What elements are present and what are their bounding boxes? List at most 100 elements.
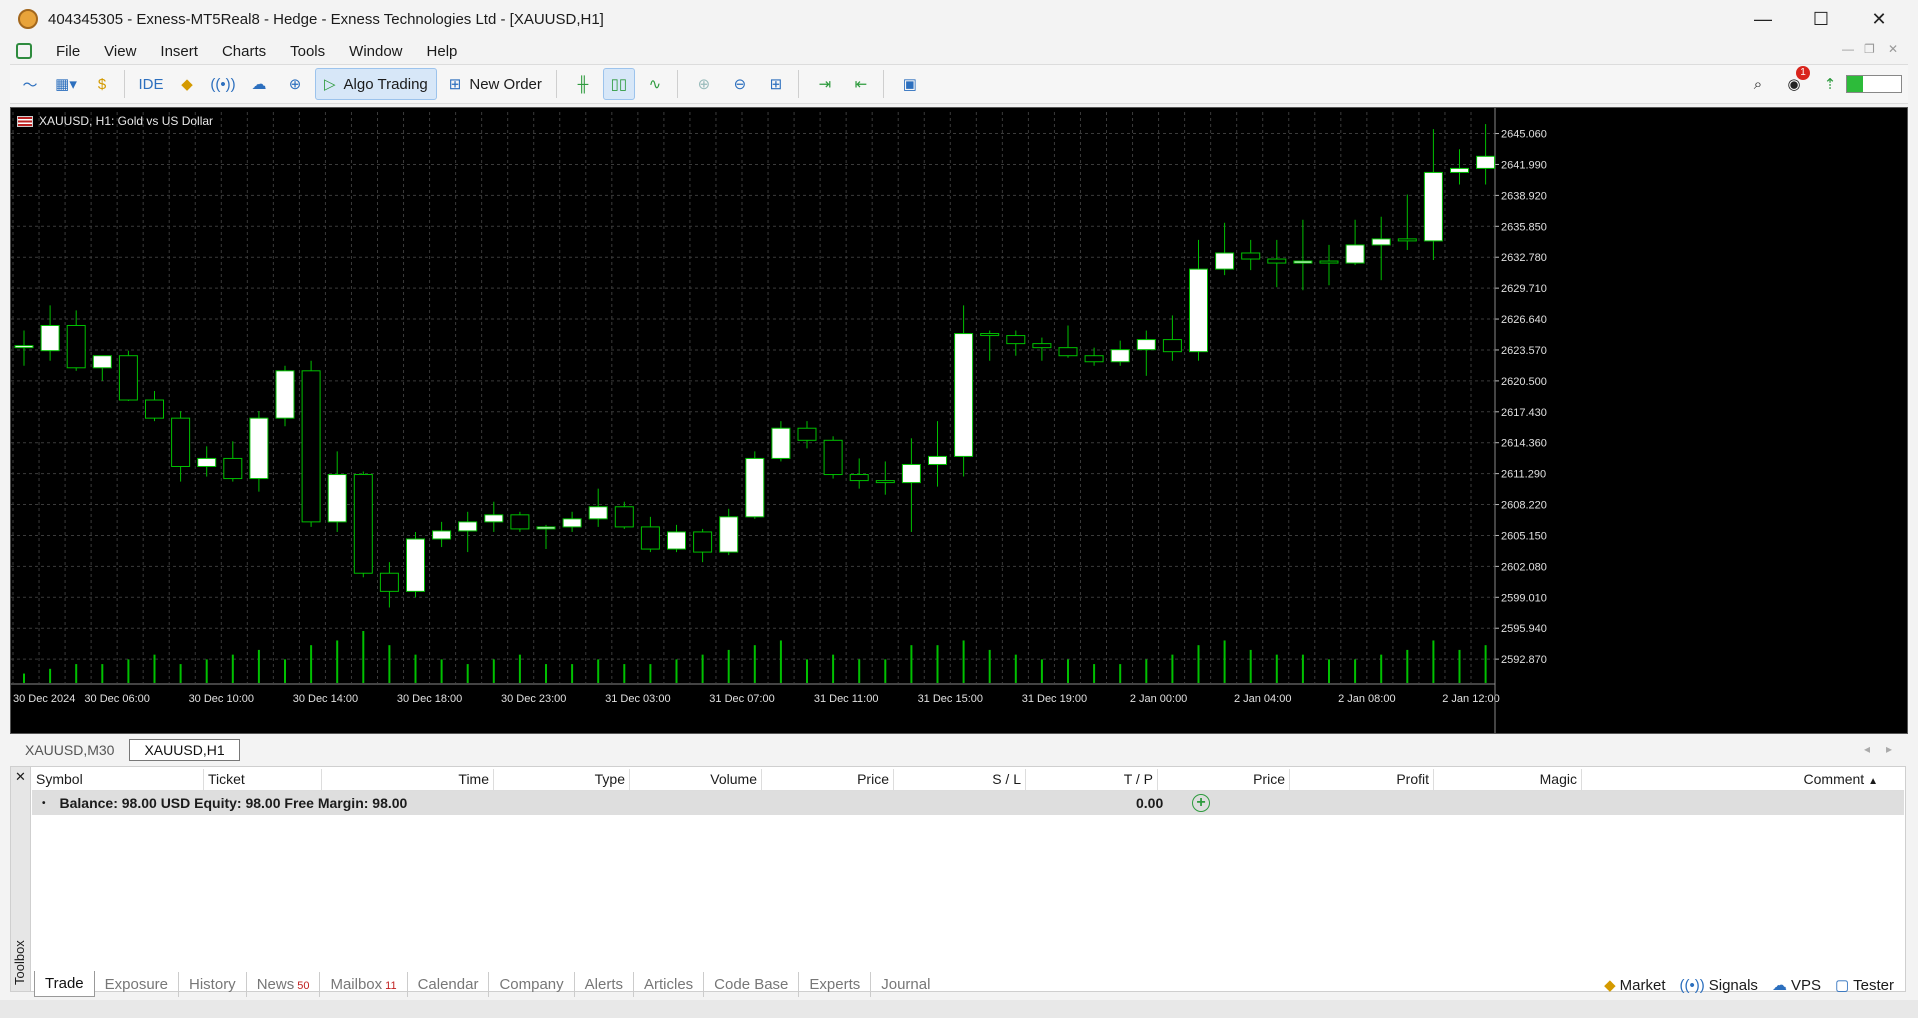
col-comment[interactable]: Comment ▲ [1582,769,1882,790]
close-button[interactable]: ✕ [1850,0,1908,38]
toolbox-close-icon[interactable]: ✕ [15,769,26,785]
tab-company[interactable]: Company [489,971,575,997]
col-magic[interactable]: Magic [1434,769,1582,790]
x-tick-label: 31 Dec 15:00 [918,693,983,705]
menu-charts[interactable]: Charts [222,43,266,60]
candle-body [823,439,843,476]
y-tick-label: 2641.990 [1501,159,1547,171]
tab-code-base[interactable]: Code Base [704,971,800,997]
line-chart-mode-icon[interactable]: ∿ [639,68,671,100]
tester-link[interactable]: ▢ Tester [1835,976,1894,994]
tab-mailbox[interactable]: Mailbox 11 [320,971,408,997]
col-current-price[interactable]: Price [1158,769,1290,790]
zoom-in-icon[interactable]: ⊕ [688,68,720,100]
chart-shift-icon[interactable]: ⇤ [845,68,877,100]
col-profit[interactable]: Profit [1290,769,1434,790]
notifications-icon[interactable]: ◉ 1 [1778,66,1810,100]
tab-trade[interactable]: Trade [34,971,95,997]
menu-view[interactable]: View [104,43,136,60]
toolbox-side-label: ✕ Toolbox [11,767,31,991]
menu-insert[interactable]: Insert [160,43,198,60]
minimize-button[interactable]: — [1734,0,1792,38]
col-volume[interactable]: Volume [630,769,762,790]
chart-window[interactable]: 30 Dec 2024 30 Dec 06:00 30 Dec 10:00 30 De… [10,107,1908,734]
chart-tab-xauusd-m30[interactable]: XAUUSD,M30 [10,739,129,761]
chart-type-dropdown-icon[interactable]: ▦▾ [50,68,82,100]
x-tick-label: 30 Dec 14:00 [293,693,358,705]
candlestick-chart-icon[interactable]: ▯▯ [602,68,635,100]
candlestick-chart[interactable]: 30 Dec 2024 30 Dec 06:00 30 Dec 10:00 30 De… [11,108,1907,733]
vps-cloud-icon[interactable]: ☁ [243,68,275,100]
market-bag-icon[interactable]: ◆ [171,68,203,100]
algo-trading-button[interactable]: ▷ Algo Trading [315,68,437,100]
y-tick-label: 2592.870 [1501,654,1547,666]
signals-icon[interactable]: ((•)) [207,68,239,100]
search-icon[interactable]: ⌕ [1742,68,1774,100]
candle-body [1241,252,1261,260]
web-globe-icon[interactable]: ⊕ [279,68,311,100]
tab-news[interactable]: News 50 [247,971,321,997]
row-bullet-icon: • [42,797,46,809]
tab-exposure[interactable]: Exposure [95,971,180,997]
balance-row[interactable]: • Balance: 98.00 USD Equity: 98.00 Free … [32,791,1904,815]
x-tick-label: 30 Dec 10:00 [189,693,254,705]
new-order-button[interactable]: ⊞ New Order [441,68,550,100]
tab-calendar[interactable]: Calendar [408,971,490,997]
market-link[interactable]: ◆ Market [1604,976,1665,994]
y-tick-label: 2602.080 [1501,561,1547,573]
zoom-out-icon[interactable]: ⊖ [724,68,756,100]
candle-body [1371,238,1391,246]
tab-experts[interactable]: Experts [799,971,872,997]
tab-alerts[interactable]: Alerts [575,971,634,997]
signals-link[interactable]: ((•)) Signals [1680,977,1758,994]
candle-body [275,370,295,419]
x-tick-label: 31 Dec 11:00 [814,693,879,705]
toolbox-tabs: Trade Exposure History News 50 Mailbox 11 … [34,970,940,998]
screenshot-icon[interactable]: ▣ [894,68,926,100]
tester-label: Tester [1853,977,1894,994]
title-bar: 404345305 - Exness-MT5Real8 - Hedge - Ex… [0,0,1918,38]
x-tick-label: 2 Jan 00:00 [1130,693,1188,705]
col-ticket[interactable]: Ticket [204,769,322,790]
tab-history[interactable]: History [179,971,247,997]
toolbox-label: Toolbox [12,940,27,985]
col-symbol[interactable]: Symbol [32,769,204,790]
candle-body [1450,167,1469,173]
tab-scroll-right-icon[interactable]: ▸ [1886,742,1892,756]
trade-table-header: Symbol Ticket Time Type Volume Price S /… [32,769,1904,791]
vps-link[interactable]: ☁ VPS [1772,976,1821,994]
add-order-plus-icon[interactable]: + [1192,794,1210,812]
tester-icon: ▢ [1834,977,1850,994]
signals-icon: ((•)) [1679,976,1705,994]
auto-scroll-icon[interactable]: ⇥ [809,68,841,100]
col-type[interactable]: Type [494,769,630,790]
mdi-minimize-icon[interactable]: — [1842,42,1854,56]
deposit-icon[interactable]: $ [86,68,118,100]
tile-windows-icon[interactable]: ⊞ [760,68,792,100]
menu-help[interactable]: Help [427,43,458,60]
col-sl[interactable]: S / L [894,769,1026,790]
mdi-restore-icon[interactable]: ❐ [1864,42,1875,56]
y-tick-label: 2638.920 [1501,190,1547,202]
candle-body [432,530,452,540]
tab-journal[interactable]: Journal [871,972,940,997]
menu-tools[interactable]: Tools [290,43,325,60]
col-price[interactable]: Price [762,769,894,790]
tab-scroll-left-icon[interactable]: ◂ [1864,742,1870,756]
candle-body [771,427,791,459]
maximize-button[interactable]: ☐ [1792,0,1850,38]
chart-tab-xauusd-h1[interactable]: XAUUSD,H1 [129,739,240,761]
menu-file[interactable]: File [56,43,80,60]
col-time[interactable]: Time [322,769,494,790]
symbol-flag-icon [17,115,33,127]
bottom-right-links: ◆ Market ((•)) Signals ☁ VPS ▢ Tester [1604,976,1894,995]
menu-window[interactable]: Window [349,43,402,60]
ide-button[interactable]: IDE [135,68,167,100]
bar-chart-icon[interactable]: ╫ [567,68,599,100]
tab-articles[interactable]: Articles [634,971,705,997]
candle-body [588,506,608,520]
algo-trading-label: Algo Trading [343,75,428,93]
line-chart-icon[interactable]: 〜 [14,68,46,100]
col-tp[interactable]: T / P [1026,769,1158,790]
mdi-close-icon[interactable]: ✕ [1888,42,1898,56]
